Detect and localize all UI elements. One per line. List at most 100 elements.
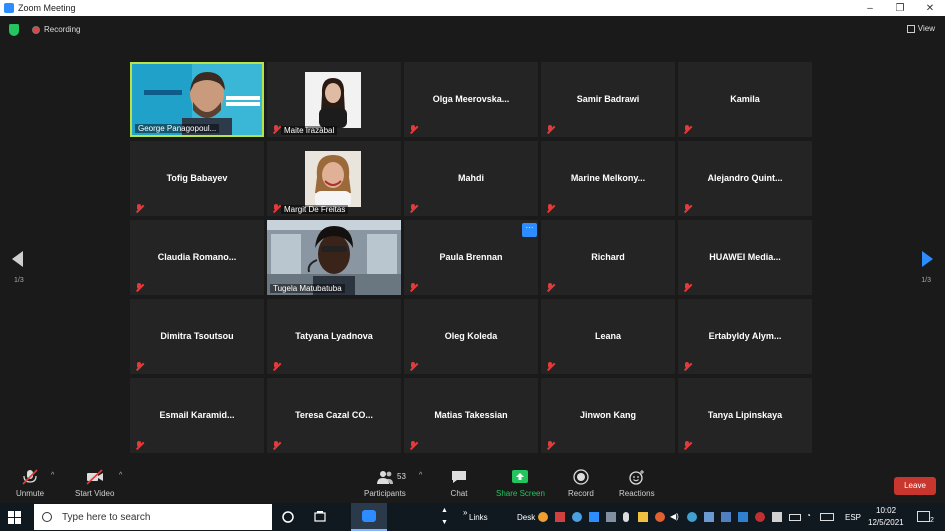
windows-start-icon[interactable] bbox=[8, 511, 21, 524]
participant-tile[interactable]: Olga Meerovska... bbox=[404, 62, 538, 137]
tile-more-options-button[interactable]: ··· bbox=[522, 223, 537, 237]
close-button[interactable]: ✕ bbox=[915, 0, 945, 16]
task-view-icon[interactable] bbox=[313, 510, 327, 524]
notifications-icon[interactable] bbox=[917, 511, 930, 522]
taskbar-scroll-down-icon[interactable]: ▼ bbox=[441, 519, 448, 526]
wifi-icon[interactable]: ◔ bbox=[806, 511, 811, 520]
participant-tile[interactable]: Maite Irazabal bbox=[267, 62, 401, 137]
desk-toolbar[interactable]: Desk bbox=[517, 513, 535, 522]
participants-options-caret-icon[interactable]: ^ bbox=[419, 472, 422, 479]
tray-mic-icon[interactable] bbox=[623, 512, 629, 522]
tray-device-icon[interactable] bbox=[606, 512, 616, 522]
tray-app6-icon[interactable] bbox=[772, 512, 782, 522]
share-screen-button[interactable]: Share Screen bbox=[496, 469, 545, 498]
participant-name: Alejandro Quint... bbox=[707, 173, 783, 183]
tray-app3-icon[interactable] bbox=[721, 512, 731, 522]
participant-tile[interactable]: Ertabyldy Alym... bbox=[678, 299, 812, 374]
unmute-button[interactable]: Unmute bbox=[16, 469, 44, 498]
leave-button[interactable]: Leave bbox=[894, 477, 936, 495]
participant-tile[interactable]: Teresa Cazal CO... bbox=[267, 378, 401, 453]
participant-name: Leana bbox=[594, 331, 621, 341]
participant-name: Kamila bbox=[730, 94, 760, 104]
participant-name: Margit De Freitas bbox=[281, 205, 349, 214]
participant-name: George Panagopoul... bbox=[135, 124, 220, 133]
taskbar-scroll-up-icon[interactable]: ▲ bbox=[441, 507, 448, 514]
reactions-label: Reactions bbox=[619, 489, 655, 498]
participant-tile[interactable]: Samir Badrawi bbox=[541, 62, 675, 137]
participant-name: Matias Takessian bbox=[434, 410, 508, 420]
mic-muted-icon bbox=[546, 441, 554, 450]
tray-chrome-icon[interactable] bbox=[572, 512, 582, 522]
video-options-caret-icon[interactable]: ^ bbox=[119, 472, 122, 479]
participant-tile[interactable]: Marine Melkony... bbox=[541, 141, 675, 216]
participant-tile[interactable]: Richard bbox=[541, 220, 675, 295]
participant-name: Mahdi bbox=[458, 173, 484, 183]
toolbar-overflow-icon[interactable]: » bbox=[463, 508, 467, 517]
tray-app-icon[interactable] bbox=[538, 512, 548, 522]
participant-tile[interactable]: Matias Takessian bbox=[404, 378, 538, 453]
tray-skype-icon[interactable] bbox=[687, 512, 697, 522]
participant-tile[interactable]: Alejandro Quint... bbox=[678, 141, 812, 216]
participant-tile[interactable]: George Panagopoul... bbox=[130, 62, 264, 137]
participant-tile[interactable]: Paula Brennan bbox=[404, 220, 538, 295]
zoom-app-icon bbox=[4, 3, 14, 13]
mic-muted-icon bbox=[546, 283, 554, 292]
clock-time[interactable]: 10:02 bbox=[876, 506, 896, 515]
minimize-button[interactable]: – bbox=[855, 0, 885, 16]
page-indicator-right: 1/3 bbox=[921, 277, 931, 284]
tray-zoom-icon[interactable] bbox=[589, 512, 599, 522]
participant-tile[interactable]: Tofig Babayev bbox=[130, 141, 264, 216]
maximize-button[interactable]: ❐ bbox=[885, 0, 915, 16]
battery-icon[interactable] bbox=[789, 514, 801, 521]
encryption-shield-icon[interactable] bbox=[9, 24, 19, 36]
next-page-button[interactable] bbox=[922, 251, 933, 267]
view-button[interactable]: View bbox=[906, 24, 935, 33]
participant-name: Olga Meerovska... bbox=[432, 94, 510, 104]
participant-name: Marine Melkony... bbox=[570, 173, 646, 183]
input-language[interactable]: ESP bbox=[845, 513, 861, 522]
participant-tile[interactable]: Mahdi bbox=[404, 141, 538, 216]
participant-tile[interactable]: Kamila bbox=[678, 62, 812, 137]
tray-app4-icon[interactable] bbox=[738, 512, 748, 522]
record-button[interactable]: Record bbox=[568, 469, 594, 498]
taskbar-zoom-app[interactable] bbox=[351, 503, 387, 531]
participant-tile[interactable]: Claudia Romano... bbox=[130, 220, 264, 295]
audio-options-caret-icon[interactable]: ^ bbox=[51, 472, 54, 479]
clock-date[interactable]: 12/5/2021 bbox=[868, 518, 904, 527]
taskbar-search-box[interactable]: Type here to search bbox=[34, 504, 272, 530]
keyboard-icon[interactable] bbox=[820, 513, 834, 521]
participant-photo bbox=[305, 151, 361, 207]
participant-tile[interactable]: HUAWEI Media... bbox=[678, 220, 812, 295]
tray-folder-icon[interactable] bbox=[638, 512, 648, 522]
participant-name: Jinwon Kang bbox=[580, 410, 636, 420]
participants-icon bbox=[376, 471, 393, 484]
participant-tile[interactable]: Tugela Matubatuba bbox=[267, 220, 401, 295]
participant-tile[interactable]: Jinwon Kang bbox=[541, 378, 675, 453]
meeting-top-strip: Recording View bbox=[0, 16, 945, 44]
participant-tile[interactable]: Dimitra Tsoutsou bbox=[130, 299, 264, 374]
chat-button[interactable]: Chat bbox=[450, 469, 468, 498]
participant-tile[interactable]: Oleg Koleda bbox=[404, 299, 538, 374]
tray-app2-icon[interactable] bbox=[655, 512, 665, 522]
tray-network-icon[interactable] bbox=[704, 512, 714, 522]
meeting-controls-toolbar: Unmute ^ Start Video ^ Participants ^ Ch… bbox=[0, 466, 945, 502]
previous-page-button[interactable] bbox=[12, 251, 23, 267]
reactions-button[interactable]: Reactions bbox=[619, 469, 655, 498]
chat-icon bbox=[452, 471, 466, 483]
mic-muted-icon bbox=[409, 204, 417, 213]
links-toolbar[interactable]: Links bbox=[469, 513, 488, 522]
participant-tile[interactable]: Esmail Karamid... bbox=[130, 378, 264, 453]
participant-tile[interactable]: Tatyana Lyadnova bbox=[267, 299, 401, 374]
mic-muted-icon bbox=[272, 204, 280, 213]
participant-tile[interactable]: Margit De Freitas bbox=[267, 141, 401, 216]
notification-count: 2 bbox=[930, 517, 934, 524]
participant-name: Dimitra Tsoutsou bbox=[160, 331, 234, 341]
mic-muted-icon bbox=[135, 204, 143, 213]
start-video-button[interactable]: Start Video bbox=[75, 469, 114, 498]
cortana-icon[interactable] bbox=[281, 510, 295, 524]
tray-volume-icon[interactable]: ◀) bbox=[670, 512, 679, 521]
tray-acrobat-icon[interactable] bbox=[555, 512, 565, 522]
tray-app5-icon[interactable] bbox=[755, 512, 765, 522]
participant-tile[interactable]: Tanya Lipinskaya bbox=[678, 378, 812, 453]
participant-tile[interactable]: Leana bbox=[541, 299, 675, 374]
